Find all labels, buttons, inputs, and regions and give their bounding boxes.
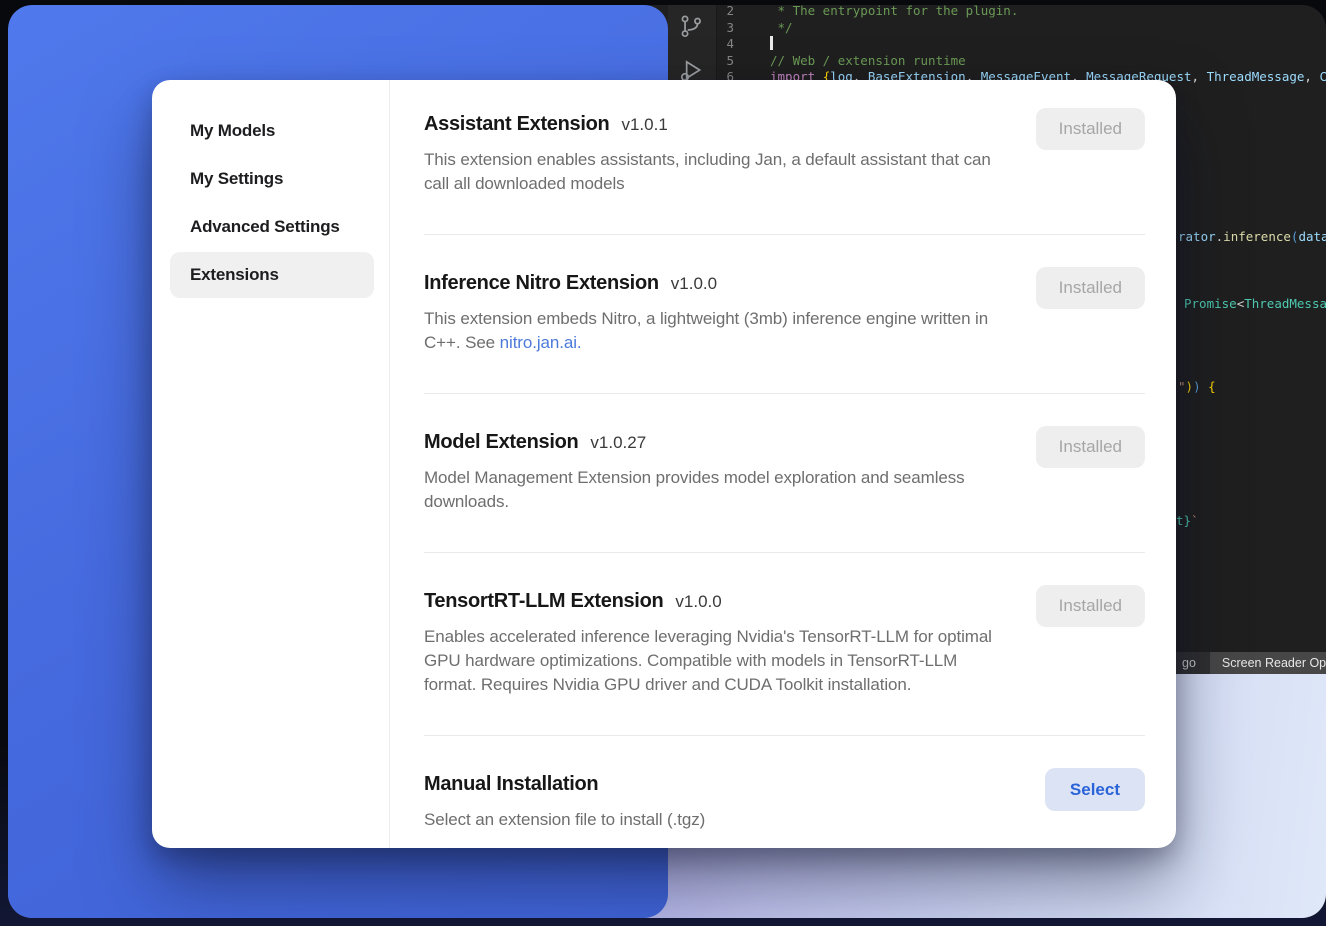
extension-row-tensortrt-llm-extension: TensortRT-LLM Extension v1.0.0 Enables acc…	[424, 553, 1145, 736]
installed-button[interactable]: Installed	[1036, 108, 1145, 150]
extensions-list: Assistant Extension v1.0.1 This extension …	[390, 80, 1176, 848]
sidebar-item-extensions[interactable]: Extensions	[170, 252, 374, 298]
installed-button[interactable]: Installed	[1036, 585, 1145, 627]
settings-panel: My ModelsMy SettingsAdvanced SettingsExt…	[152, 80, 1176, 848]
screenshot-canvas: 2 * The entrypoint for the plugin.3 */45…	[0, 0, 1326, 926]
status-screen-reader-item: Screen Reader Optimize	[1210, 652, 1326, 674]
code-line-3: 3 */	[696, 20, 1326, 37]
hero-image: 2 * The entrypoint for the plugin.3 */45…	[8, 5, 1326, 918]
extension-description: This extension enables assistants, inclu…	[424, 148, 1014, 196]
extension-name: Inference Nitro Extension	[424, 272, 659, 294]
extension-version: v1.0.0	[671, 274, 717, 293]
text-cursor	[770, 36, 773, 50]
code-line-5: 5// Web / extension runtime	[696, 53, 1326, 70]
extension-version: v1.0.1	[621, 115, 667, 134]
installed-button[interactable]: Installed	[1036, 267, 1145, 309]
code-fragment-1: rator.inference(data));	[1178, 229, 1326, 245]
manual-installation-title: Manual Installation	[424, 773, 598, 795]
sidebar-item-advanced-settings[interactable]: Advanced Settings	[170, 204, 374, 250]
extension-description: Enables accelerated inference leveraging…	[424, 625, 1014, 697]
manual-installation-description: Select an extension file to install (.tg…	[424, 808, 1014, 832]
select-file-button[interactable]: Select	[1045, 768, 1145, 811]
editor-status-bar: go Screen Reader Optimize	[1158, 652, 1326, 674]
code-fragment-3: ")) {	[1178, 379, 1216, 395]
editor-code-lines: 2 * The entrypoint for the plugin.3 */45…	[696, 5, 1326, 86]
status-left-label: go	[1182, 656, 1196, 670]
code-fragment-4: t}`	[1176, 513, 1199, 529]
nitro-jan-ai-link[interactable]: nitro.jan.ai.	[500, 333, 582, 352]
extension-description: This extension embeds Nitro, a lightweig…	[424, 307, 1014, 355]
extension-description: Model Management Extension provides mode…	[424, 466, 1014, 514]
settings-sidebar: My ModelsMy SettingsAdvanced SettingsExt…	[152, 80, 390, 848]
manual-installation-row: Manual Installation Select an extension …	[424, 736, 1145, 848]
extension-version: v1.0.27	[590, 433, 646, 452]
sidebar-item-my-settings[interactable]: My Settings	[170, 156, 374, 202]
extension-row-inference-nitro-extension: Inference Nitro Extension v1.0.0 This exte…	[424, 235, 1145, 394]
extension-name: TensortRT-LLM Extension	[424, 590, 663, 612]
sidebar-item-my-models[interactable]: My Models	[170, 108, 374, 154]
code-line-2: 2 * The entrypoint for the plugin.	[696, 5, 1326, 20]
extension-name: Model Extension	[424, 431, 578, 453]
extension-version: v1.0.0	[675, 592, 721, 611]
code-fragment-2: Promise<ThreadMessage>	[1184, 296, 1326, 312]
extension-name: Assistant Extension	[424, 113, 609, 135]
extension-row-assistant-extension: Assistant Extension v1.0.1 This extension …	[424, 80, 1145, 235]
code-line-4: 4	[696, 36, 1326, 53]
extension-row-model-extension: Model Extension v1.0.27 Model Management E…	[424, 394, 1145, 553]
installed-button[interactable]: Installed	[1036, 426, 1145, 468]
